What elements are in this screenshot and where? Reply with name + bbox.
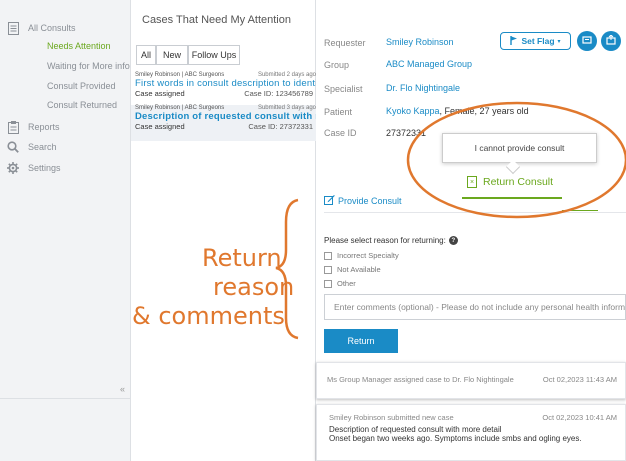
filter-all-button[interactable]: All bbox=[136, 45, 156, 65]
activity-description: Ms Group Manager assigned case to Dr. Fl… bbox=[327, 375, 514, 384]
group-link[interactable]: ABC Managed Group bbox=[386, 59, 472, 69]
group-label: Group bbox=[324, 60, 350, 70]
sidebar-item-label: Reports bbox=[28, 122, 60, 132]
case-id: Case ID: 27372331 bbox=[248, 122, 313, 131]
active-tab-underline bbox=[462, 197, 562, 199]
sidebar-item-label: All Consults bbox=[28, 23, 76, 33]
search-icon bbox=[6, 140, 20, 154]
case-list-item[interactable]: Smiley Robinson | ABC Surgeons Submitted … bbox=[131, 72, 316, 108]
activity-description: Smiley Robinson submitted new case bbox=[329, 413, 454, 422]
reason-label: Other bbox=[337, 279, 356, 288]
tab-provide-consult[interactable]: Provide Consult bbox=[324, 194, 402, 207]
comments-input[interactable]: Enter comments (optional) - Please do no… bbox=[324, 294, 626, 320]
annotation-text: & comments bbox=[132, 302, 285, 330]
activity-time: Oct 02,2023 10:41 AM bbox=[542, 413, 617, 422]
sidebar-item-label: Settings bbox=[28, 163, 61, 173]
reports-icon bbox=[6, 120, 20, 134]
collapse-sidebar-button[interactable]: « bbox=[120, 384, 125, 394]
patient-name-link[interactable]: Kyoko Kappa bbox=[386, 106, 440, 116]
gear-icon bbox=[6, 161, 20, 175]
return-document-icon: × bbox=[467, 176, 477, 188]
case-list-title: Cases That Need My Attention bbox=[142, 14, 291, 26]
help-icon[interactable]: ? bbox=[448, 236, 458, 245]
chevron-down-icon: ▾ bbox=[557, 38, 561, 45]
checkbox[interactable] bbox=[324, 251, 332, 260]
tab-label: Provide Consult bbox=[338, 195, 402, 206]
reason-option-incorrect-specialty[interactable]: Incorrect Specialty bbox=[324, 251, 399, 260]
edit-icon bbox=[324, 194, 335, 207]
export-icon bbox=[606, 33, 616, 48]
case-status: Case assigned bbox=[135, 89, 185, 98]
activity-detail-line: Onset began two weeks ago. Symptoms incl… bbox=[329, 434, 582, 443]
case-list-item-selected[interactable]: Smiley Robinson | ABC Surgeons Submitted … bbox=[131, 105, 316, 141]
tab-return-consult[interactable]: × Return Consult bbox=[467, 176, 553, 188]
sidebar-item-waiting-more-info[interactable]: Waiting for More info bbox=[47, 61, 130, 71]
tab-label: Return Consult bbox=[483, 176, 554, 188]
requester-link[interactable]: Smiley Robinson bbox=[386, 37, 454, 47]
sidebar: All Consults Needs Attention Waiting for… bbox=[0, 0, 131, 461]
case-subject: Description of requested consult with mo… bbox=[135, 111, 316, 122]
sidebar-item-reports[interactable]: Reports bbox=[0, 119, 60, 135]
sidebar-item-consult-returned[interactable]: Consult Returned bbox=[47, 100, 117, 110]
checkbox[interactable] bbox=[324, 265, 332, 274]
filter-follow-ups-button[interactable]: Follow Ups bbox=[188, 45, 240, 65]
reason-label: Incorrect Specialty bbox=[337, 251, 399, 260]
return-tooltip: I cannot provide consult bbox=[442, 133, 597, 163]
document-icon bbox=[582, 35, 592, 48]
set-flag-label: Set Flag bbox=[521, 36, 555, 46]
activity-detail-line: Description of requested consult with mo… bbox=[329, 425, 502, 434]
annotation-text: reason bbox=[213, 273, 295, 301]
patient-label: Patient bbox=[324, 107, 353, 117]
sidebar-item-consult-provided[interactable]: Consult Provided bbox=[47, 81, 116, 91]
tab-underline-extension bbox=[562, 210, 598, 211]
activity-card: Ms Group Manager assigned case to Dr. Fl… bbox=[316, 362, 626, 399]
case-detail-panel: Requester Smiley Robinson Set Flag ▾ Gro… bbox=[316, 0, 626, 461]
case-id: Case ID: 123456789 bbox=[244, 89, 313, 98]
sidebar-divider bbox=[0, 398, 131, 399]
reason-option-not-available[interactable]: Not Available bbox=[324, 265, 381, 274]
reason-prompt-text: Please select reason for returning: bbox=[324, 236, 446, 245]
return-button[interactable]: Return bbox=[324, 329, 398, 353]
annotation-text: Return bbox=[202, 244, 282, 272]
case-id-value: 27372331 bbox=[386, 128, 427, 138]
set-flag-button[interactable]: Set Flag ▾ bbox=[500, 32, 571, 50]
sidebar-item-label: Search bbox=[28, 142, 57, 152]
reason-label: Not Available bbox=[337, 265, 381, 274]
flag-icon bbox=[510, 35, 518, 47]
case-list-panel: Cases That Need My Attention All New Fol… bbox=[131, 0, 316, 461]
sidebar-item-all-consults[interactable]: All Consults bbox=[0, 20, 76, 36]
requester-label: Requester bbox=[324, 38, 366, 48]
tab-divider bbox=[324, 212, 626, 213]
activity-time: Oct 02,2023 11:43 AM bbox=[542, 375, 617, 384]
filter-new-button[interactable]: New bbox=[156, 45, 188, 65]
consults-icon bbox=[6, 21, 20, 35]
activity-card: Smiley Robinson submitted new case Oct 0… bbox=[316, 404, 626, 461]
export-button[interactable] bbox=[601, 31, 621, 51]
specialist-label: Specialist bbox=[324, 84, 363, 94]
case-id-label: Case ID bbox=[324, 128, 357, 138]
sidebar-item-settings[interactable]: Settings bbox=[0, 160, 61, 176]
sidebar-item-search[interactable]: Search bbox=[0, 139, 57, 155]
reason-prompt: Please select reason for returning: ? bbox=[324, 236, 458, 245]
patient-value: Kyoko Kappa, Female, 27 years old bbox=[386, 106, 529, 116]
specialist-link[interactable]: Dr. Flo Nightingale bbox=[386, 83, 460, 93]
case-status: Case assigned bbox=[135, 122, 185, 131]
print-button[interactable] bbox=[577, 31, 597, 51]
sidebar-item-needs-attention[interactable]: Needs Attention bbox=[47, 41, 111, 51]
case-subject: First words in consult description to id… bbox=[135, 78, 316, 89]
checkbox[interactable] bbox=[324, 279, 332, 288]
patient-details: , Female, 27 years old bbox=[439, 106, 529, 116]
reason-option-other[interactable]: Other bbox=[324, 279, 356, 288]
